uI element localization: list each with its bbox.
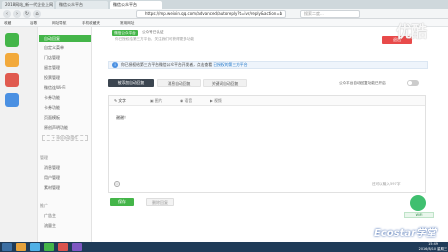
add-plugin-button[interactable]: + 添加功能插件	[42, 135, 88, 141]
auto-reply-toggle-label: 公众平台自动回复功能已开启	[339, 81, 386, 85]
bookmark-item[interactable]: 常用网址	[120, 20, 134, 26]
sidebar-item-publisher[interactable]: 流量主	[44, 223, 56, 229]
tool-image[interactable]: ▣ 图片	[150, 98, 162, 104]
info-icon: i	[112, 62, 118, 68]
toggle-knob	[408, 81, 412, 85]
start-icon[interactable]	[2, 243, 12, 251]
platform-badge: 微信公众平台	[112, 30, 138, 36]
sidebar-item-wifi[interactable]: 微信连Wi-Fi	[44, 85, 66, 91]
tab-keyword-reply[interactable]: 关键词自动回复	[203, 79, 247, 87]
save-button[interactable]: 保存	[110, 198, 134, 206]
browser-side-strip	[0, 27, 38, 242]
sidebar-item-users[interactable]: 用户管理	[44, 175, 60, 181]
bookmarks-bar: 收藏 谷歌 网址导航 手机收藏夹 常用网址	[0, 19, 448, 27]
bookmark-item[interactable]: 网址导航	[52, 20, 66, 26]
reply-text[interactable]: 谢谢！	[116, 115, 128, 121]
tab-message-reply[interactable]: 消息自动回复	[157, 79, 201, 87]
sidebar: 自动回复 自定义菜单 门店管理 留言管理 投票管理 微信连Wi-Fi 卡券功能 …	[0, 27, 92, 242]
reply-editor[interactable]	[108, 95, 426, 193]
taskbar-app-icon[interactable]	[58, 243, 68, 251]
sidebar-item-cards-2[interactable]: 卡券功能	[44, 105, 60, 111]
video-watermark: 优酷	[396, 22, 427, 41]
browser-tab-bar: 2018网站_新一代企业上网 微信公众平台 微信公众平台	[0, 0, 448, 9]
refresh-icon[interactable]: ↻	[23, 10, 31, 18]
clock-date: 2016/8/10 星期三	[418, 247, 448, 251]
taskbar-app-icon[interactable]	[16, 243, 26, 251]
app-icon[interactable]	[5, 73, 19, 87]
wifi-widget-icon[interactable]	[410, 195, 426, 211]
browser-tab[interactable]: 微信公众平台	[56, 1, 108, 9]
tool-text-label: 文字	[118, 98, 126, 103]
sidebar-item-store[interactable]: 门店管理	[44, 55, 60, 61]
ecostar-logo: Ecostar学堂	[374, 228, 437, 239]
taskbar-app-icon[interactable]	[44, 243, 54, 251]
taskbar-app-icon[interactable]	[30, 243, 40, 251]
info-text: 你已授权给第三方平台微信公众平台开发者，点击查看 已授权的第三方平台	[121, 62, 248, 68]
browser-tab[interactable]: 2018网站_新一代企业上网	[2, 1, 54, 9]
address-bar[interactable]: https://mp.weixin.qq.com/advanced/autore…	[136, 10, 286, 18]
sidebar-item-comments[interactable]: 留言管理	[44, 65, 60, 71]
tool-video-label: 视频	[214, 98, 222, 103]
sidebar-item-auto-reply[interactable]: 自动回复	[39, 35, 91, 42]
search-input[interactable]: 搜索二度...	[300, 10, 360, 18]
tool-image-label: 图片	[154, 98, 163, 103]
sidebar-item-messages[interactable]: 消息管理	[44, 165, 60, 171]
app-icon[interactable]	[5, 33, 19, 47]
sidebar-item-advertiser[interactable]: 广告主	[44, 213, 56, 219]
tool-voice-label: 语音	[184, 98, 193, 103]
delete-reply-button[interactable]: 删除回复	[146, 198, 174, 206]
emoji-icon[interactable]: ☺	[114, 181, 120, 187]
browser-tab-active[interactable]: 微信公众平台	[110, 1, 162, 9]
sidebar-item-menu[interactable]: 自定义菜单	[44, 45, 64, 51]
tool-video[interactable]: ▶ 视频	[210, 98, 222, 104]
bookmark-item[interactable]: 收藏	[4, 20, 11, 26]
sidebar-item-templates[interactable]: 页面模板	[44, 115, 60, 121]
sidebar-item-original[interactable]: 原创声明功能	[44, 125, 68, 131]
notice-subtext: 你已授权给第三方平台，关注我们可获得更多功能	[115, 37, 195, 41]
tab-added-reply[interactable]: 被添加自动回复	[108, 79, 154, 87]
taskbar-app-icon[interactable]	[72, 243, 82, 251]
app-icon[interactable]	[5, 53, 19, 67]
section-promo-heading: 推广	[40, 203, 48, 208]
app-icon[interactable]	[5, 93, 19, 107]
wifi-widget-label: WiFi	[404, 212, 434, 218]
char-count: 还可以输入597字	[372, 182, 401, 186]
sidebar-item-cards[interactable]: 卡券功能	[44, 95, 60, 101]
taskbar-clock: 15:49 2016/8/10 星期三	[418, 242, 448, 252]
tool-text[interactable]: ✎ 文字	[114, 98, 126, 104]
section-manage-heading: 管理	[40, 155, 48, 160]
sidebar-item-materials[interactable]: 素材管理	[44, 185, 60, 191]
info-link[interactable]: 已授权的第三方平台	[213, 62, 247, 67]
tool-voice[interactable]: ◉ 语音	[180, 98, 192, 104]
notice-text: 公众号已认证	[142, 30, 164, 34]
bookmark-item[interactable]: 手机收藏夹	[82, 20, 100, 26]
forward-icon[interactable]: ›	[13, 10, 21, 18]
info-message: 你已授权给第三方平台微信公众平台开发者，点击查看	[121, 62, 213, 67]
back-icon[interactable]: ‹	[3, 10, 11, 18]
sidebar-item-vote[interactable]: 投票管理	[44, 75, 60, 81]
home-icon[interactable]: ⌂	[33, 10, 41, 18]
bookmark-item[interactable]: 谷歌	[30, 20, 37, 26]
